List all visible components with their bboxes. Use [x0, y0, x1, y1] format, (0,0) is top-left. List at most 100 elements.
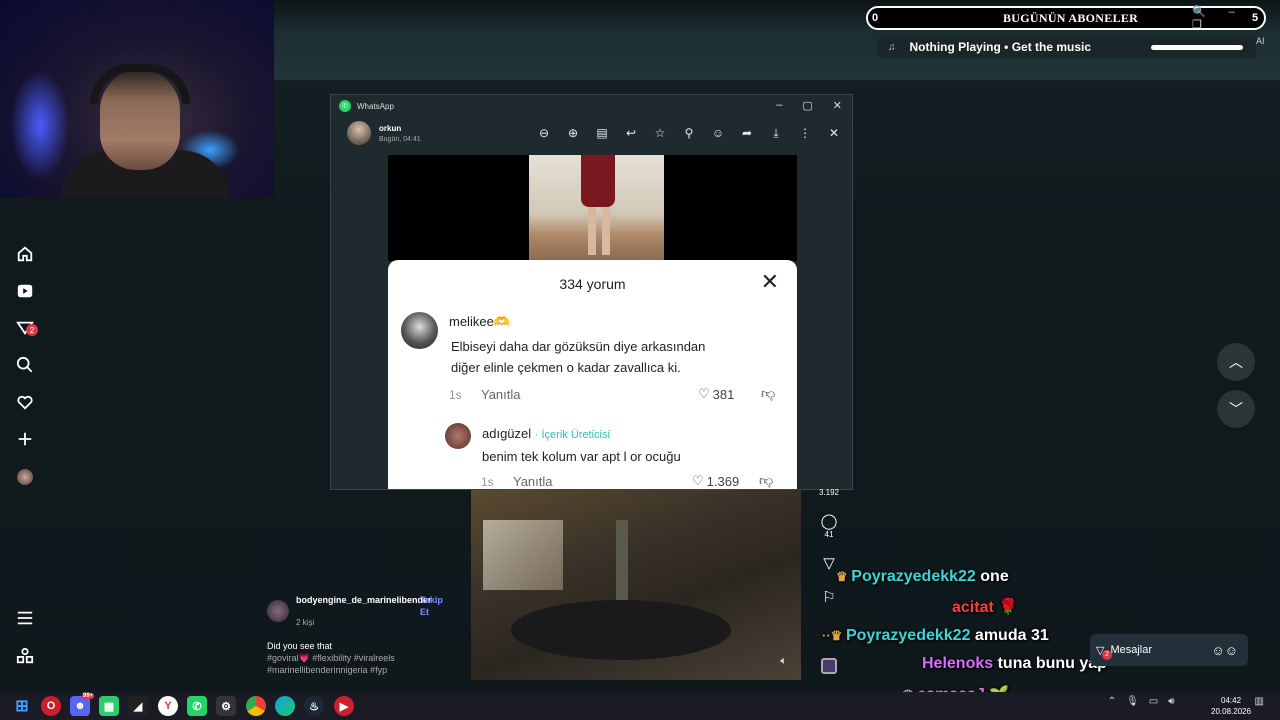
notification-icon[interactable]: ▥: [1255, 696, 1264, 707]
comments-panel: 334 yorum ✕ melikee🫶 Elbiseyi daha dar g…: [388, 260, 797, 489]
comment-user[interactable]: melikee🫶: [449, 314, 510, 330]
messages-popup[interactable]: ▽ 2 Mesajlar ☺☺: [1090, 634, 1248, 666]
profile-avatar-icon[interactable]: [14, 466, 36, 488]
yandex-icon[interactable]: Y: [158, 696, 178, 716]
chat-line: Helenoks tuna bunu yap: [922, 655, 1107, 672]
crown-icon: ··♛: [822, 628, 846, 643]
pin-icon[interactable]: ⚲: [681, 125, 697, 141]
search-icon[interactable]: [14, 354, 36, 376]
gallery-icon[interactable]: ▤: [594, 125, 610, 141]
ai-label: AI: [1256, 36, 1265, 46]
clock-time: 04:42: [1221, 696, 1242, 705]
videos-icon[interactable]: [14, 280, 36, 302]
comment-button[interactable]: ◯ 41: [813, 512, 845, 539]
comments-header: 334 yorum: [559, 276, 626, 292]
comment-icon: ◯: [820, 513, 838, 530]
music-note-icon: ♫: [888, 41, 896, 53]
reply-button[interactable]: Yanıtla: [513, 474, 553, 489]
taskbar-clock[interactable]: 04:42 20.08.2026: [1211, 695, 1251, 717]
edge-icon[interactable]: [275, 696, 295, 716]
whatsapp-window: ✆ WhatsApp – ▢ ✕ orkun Bugün, 04:41 ⊖ ⊕ …: [330, 94, 853, 490]
post-hashtags[interactable]: #goviral💗 #flexibility #viralreels #mari…: [267, 652, 447, 676]
dislike-icon[interactable]: 👎︎: [759, 472, 773, 489]
window-close-icon[interactable]: ✕: [833, 99, 842, 112]
store-icon[interactable]: ▦: [99, 696, 119, 716]
microphone-icon[interactable]: 🎙︎: [1126, 696, 1139, 707]
author-name[interactable]: bodyengine_de_marinelibender: [296, 594, 432, 606]
comment-avatar: [445, 423, 471, 449]
comment-time: 1s: [449, 388, 462, 402]
webcam-overlay: [0, 0, 274, 198]
zoom-out-icon[interactable]: ⊖: [536, 125, 552, 141]
obs-icon[interactable]: ◢: [128, 696, 148, 716]
post-caption: Did you see that: [267, 641, 333, 651]
chrome-icon[interactable]: [246, 696, 266, 716]
opera-icon[interactable]: O: [41, 696, 61, 716]
chat-line: ··♛ Poyrazyedekk22 amuda 31: [822, 627, 1049, 644]
comments-close-icon[interactable]: ✕: [761, 271, 779, 293]
zoom-in-icon[interactable]: ⊕: [565, 125, 581, 141]
download-icon[interactable]: ⤓: [768, 125, 784, 141]
reply-button[interactable]: Yanıtla: [481, 387, 521, 402]
comment-user[interactable]: adıgüzel · İçerik Üreticisi: [482, 426, 610, 441]
shared-video[interactable]: [388, 155, 797, 261]
sound-thumbnail-icon[interactable]: [813, 658, 845, 676]
close-icon[interactable]: ✕: [826, 125, 842, 141]
menu-icon[interactable]: [14, 607, 36, 629]
emoji-avatars-icon: ☺☺: [1211, 642, 1238, 658]
contact-name: orkun: [379, 123, 402, 133]
like-count: 381: [712, 386, 735, 402]
dislike-icon[interactable]: 👎︎: [761, 385, 775, 402]
reply-icon[interactable]: ↩: [623, 125, 639, 141]
follow-button[interactable]: Takip Et: [420, 594, 448, 618]
subs-count: 0: [872, 12, 879, 24]
next-video-button[interactable]: ﹀: [1217, 390, 1255, 428]
crown-icon: ♛: [836, 569, 852, 584]
whatsapp-titlebar: ✆ WhatsApp – ▢ ✕: [331, 95, 852, 117]
chevron-up-icon[interactable]: ⌃: [1108, 696, 1116, 707]
whatsapp-app-name: WhatsApp: [357, 101, 394, 111]
steam-icon[interactable]: ♨: [304, 696, 324, 716]
volume-icon[interactable]: 🔈︎: [780, 655, 787, 668]
apps-icon[interactable]: [14, 645, 36, 667]
heart-outline-icon: ♡: [698, 386, 710, 401]
windows-start-icon[interactable]: ⊞: [12, 696, 32, 716]
whatsapp-taskbar-icon[interactable]: ✆: [187, 696, 207, 716]
forward-icon[interactable]: ➦: [739, 125, 755, 141]
comment-count: 41: [824, 530, 834, 539]
emoji-icon[interactable]: ☺: [710, 125, 726, 141]
minimize-icon[interactable]: –: [776, 99, 782, 112]
comment-avatar: [401, 312, 438, 349]
home-icon[interactable]: [14, 243, 36, 265]
taskbar: ⊞ O ☻ 99+ ▦ ◢ Y ✆ ⚙ ♨ ▶ ⌃ 🎙︎ ▭ 🔊︎ ▥ 04:42…: [0, 692, 1280, 720]
creator-badge: · İçerik Üreticisi: [534, 429, 610, 441]
media-player-icon[interactable]: ▶: [334, 696, 354, 716]
comment-text-line1: Elbiseyi daha dar gözüksün diye arkasınd…: [451, 339, 706, 354]
star-icon[interactable]: ☆: [652, 125, 668, 141]
chevron-up-icon: ︿: [1229, 354, 1243, 370]
contact-time: Bugün, 04:41: [379, 135, 421, 143]
like-button[interactable]: ♡ 381: [698, 386, 734, 402]
music-widget: ♫ Nothing Playing • Get the music: [878, 36, 1256, 58]
chevron-down-icon: ﹀: [1229, 401, 1243, 417]
heart-icon[interactable]: [14, 391, 36, 413]
music-progress-bar: [1151, 45, 1243, 50]
network-icon[interactable]: ▭: [1149, 696, 1158, 707]
messages-label: Mesajlar: [1110, 644, 1153, 656]
feed-video[interactable]: 🔈︎: [471, 490, 801, 680]
previous-video-button[interactable]: ︿: [1217, 343, 1255, 381]
clock-date: 20.08.2026: [1211, 707, 1252, 716]
maximize-icon[interactable]: ▢: [802, 99, 812, 112]
speaker-icon[interactable]: 🔊︎: [1168, 696, 1174, 707]
music-text: Nothing Playing • Get the music: [909, 40, 1092, 54]
author-avatar[interactable]: [267, 600, 289, 622]
discord-icon[interactable]: ☻ 99+: [70, 693, 95, 716]
bookmark-icon[interactable]: ⚐: [813, 588, 845, 606]
chat-line: acitat 🌹: [952, 599, 1019, 616]
more-icon[interactable]: ⋮: [797, 125, 813, 141]
settings-gear-icon[interactable]: ⚙: [216, 696, 236, 716]
messages-badge: 2: [1102, 649, 1112, 660]
like-button[interactable]: ♡ 1.369: [692, 473, 739, 489]
plus-icon[interactable]: [14, 428, 36, 450]
whatsapp-logo-icon: ✆: [339, 100, 351, 112]
